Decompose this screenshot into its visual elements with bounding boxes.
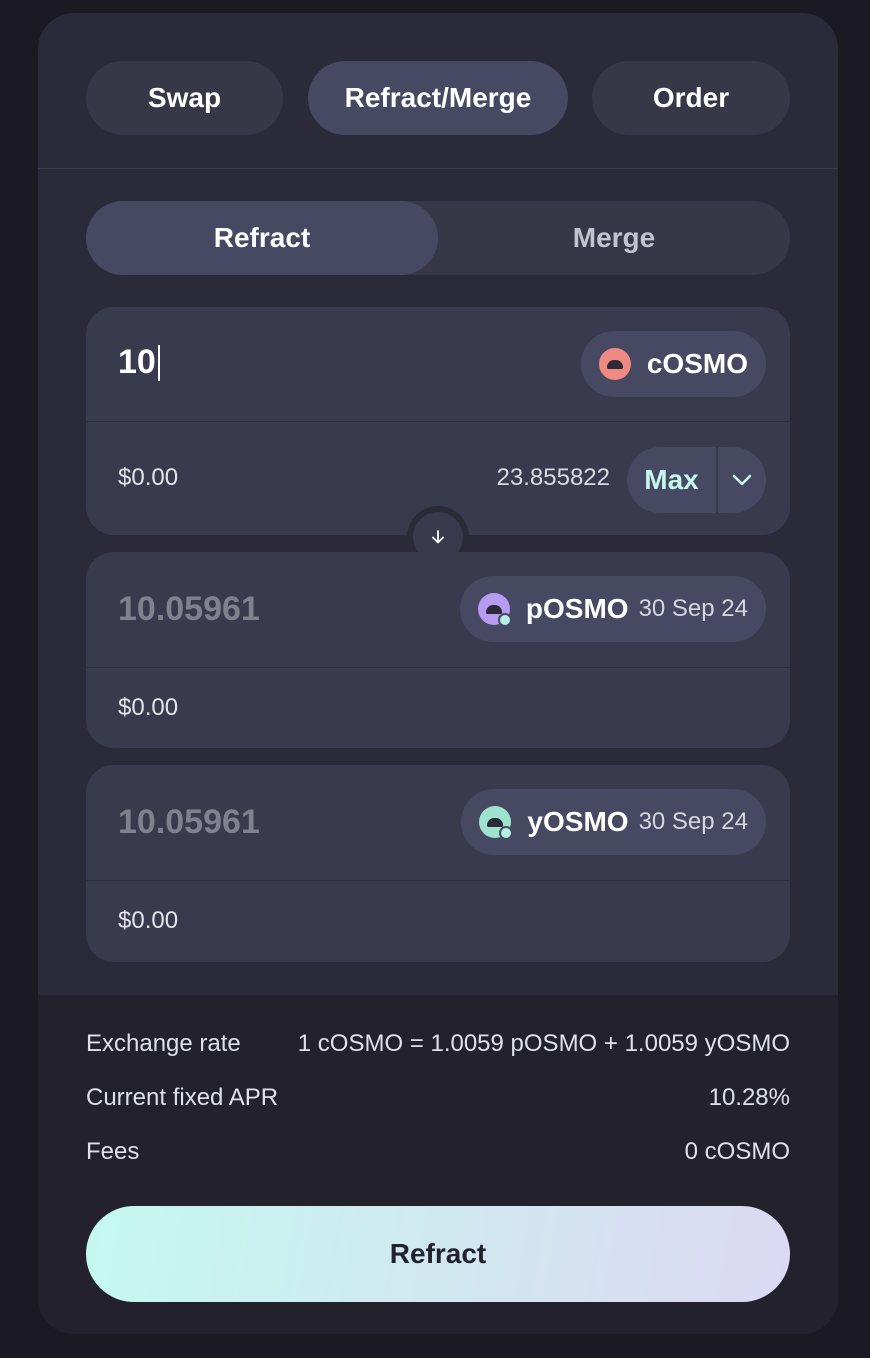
- refract-merge-card: Swap Refract/Merge Order Refract Merge 1…: [38, 13, 838, 1334]
- input-token-symbol: cOSMO: [646, 348, 748, 379]
- yosmo-token-symbol: yOSMO: [527, 806, 629, 837]
- input-panel: 10 cOSMO $0.00 23.855822 Max: [86, 307, 790, 535]
- exchange-rate-label: Exchange rate: [86, 1030, 241, 1057]
- yosmo-output-panel: 10.05961 yOSMO 30 Sep 24 $0.00: [86, 765, 790, 962]
- tab-order[interactable]: Order: [592, 61, 790, 135]
- panel-divider: [86, 667, 790, 668]
- max-button-group: Max: [627, 447, 766, 513]
- fees-value: 0 cOSMO: [684, 1138, 790, 1165]
- cosmo-token-icon: [598, 348, 631, 380]
- fixed-apr-row: Current fixed APR 10.28%: [86, 1084, 790, 1114]
- tab-swap[interactable]: Swap: [86, 61, 283, 135]
- input-balance: 23.855822: [496, 464, 610, 491]
- posmo-token-selector[interactable]: pOSMO 30 Sep 24: [459, 576, 766, 642]
- input-token-selector[interactable]: cOSMO: [580, 331, 766, 397]
- yosmo-maturity-date: 30 Sep 24: [638, 808, 748, 835]
- merge-mode-button[interactable]: Merge: [438, 201, 790, 275]
- input-amount-value: 10: [118, 343, 156, 381]
- posmo-token-icon: [477, 593, 512, 627]
- yosmo-output-amount: 10.05961: [118, 803, 260, 841]
- input-amount-field[interactable]: 10: [118, 343, 160, 382]
- mode-toggle: Refract Merge: [86, 201, 790, 275]
- input-usd-value: $0.00: [118, 464, 179, 491]
- yosmo-token-icon: [479, 806, 514, 840]
- exchange-rate-value: 1 cOSMO = 1.0059 pOSMO + 1.0059 yOSMO: [297, 1030, 790, 1057]
- fees-label: Fees: [86, 1138, 140, 1165]
- top-tab-bar: Swap Refract/Merge Order: [86, 61, 790, 135]
- fees-row: Fees 0 cOSMO: [86, 1138, 790, 1168]
- tab-refract-merge[interactable]: Refract/Merge: [308, 61, 568, 135]
- yosmo-usd-value: $0.00: [118, 907, 179, 934]
- chevron-down-icon[interactable]: [718, 447, 766, 513]
- posmo-token-symbol: pOSMO: [525, 593, 629, 624]
- refract-submit-button[interactable]: Refract: [86, 1206, 790, 1302]
- fixed-apr-label: Current fixed APR: [86, 1084, 279, 1111]
- yosmo-token-selector[interactable]: yOSMO 30 Sep 24: [461, 789, 766, 855]
- panel-divider: [86, 421, 790, 422]
- posmo-maturity-date: 30 Sep 24: [638, 595, 748, 622]
- details-footer: Exchange rate 1 cOSMO = 1.0059 pOSMO + 1…: [38, 995, 838, 1334]
- fixed-apr-value: 10.28%: [708, 1084, 790, 1111]
- refract-mode-button[interactable]: Refract: [86, 201, 438, 275]
- posmo-usd-value: $0.00: [118, 694, 179, 721]
- posmo-output-amount: 10.05961: [118, 590, 260, 628]
- text-caret: [157, 344, 160, 381]
- posmo-output-panel: 10.05961 pOSMO 30 Sep 24 $0.00: [86, 552, 790, 748]
- header-divider: [38, 168, 838, 169]
- max-button[interactable]: Max: [627, 447, 716, 513]
- panel-divider: [86, 880, 790, 881]
- exchange-rate-row: Exchange rate 1 cOSMO = 1.0059 pOSMO + 1…: [86, 1030, 790, 1060]
